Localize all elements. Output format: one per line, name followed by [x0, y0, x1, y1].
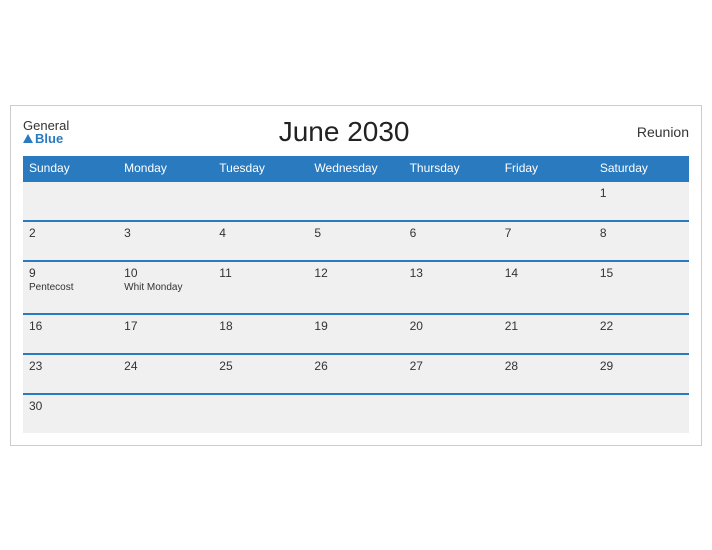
day-number: 3: [124, 226, 207, 240]
day-cell: 5: [308, 221, 403, 261]
day-cell: 11: [213, 261, 308, 314]
day-number: 4: [219, 226, 302, 240]
calendar-table: SundayMondayTuesdayWednesdayThursdayFrid…: [23, 156, 689, 433]
day-number: 30: [29, 399, 112, 413]
day-cell: 20: [404, 314, 499, 354]
weekday-header-row: SundayMondayTuesdayWednesdayThursdayFrid…: [23, 156, 689, 181]
day-cell: [594, 394, 689, 433]
day-number: 10: [124, 266, 207, 280]
day-cell: [118, 181, 213, 221]
day-cell: 28: [499, 354, 594, 394]
day-cell: [499, 181, 594, 221]
day-cell: 21: [499, 314, 594, 354]
calendar-title: June 2030: [69, 116, 619, 148]
day-cell: 15: [594, 261, 689, 314]
day-number: 24: [124, 359, 207, 373]
day-number: 5: [314, 226, 397, 240]
day-number: 25: [219, 359, 302, 373]
day-cell: 18: [213, 314, 308, 354]
weekday-header-sunday: Sunday: [23, 156, 118, 181]
day-cell: 4: [213, 221, 308, 261]
week-row-5: 23 24 25 26 27 28 29: [23, 354, 689, 394]
day-number: 11: [219, 266, 302, 280]
day-cell: 8: [594, 221, 689, 261]
day-cell: 17: [118, 314, 213, 354]
day-number: 29: [600, 359, 683, 373]
logo: General Blue: [23, 119, 69, 145]
week-row-6: 30: [23, 394, 689, 433]
day-number: 18: [219, 319, 302, 333]
logo-blue-text: Blue: [23, 132, 69, 145]
day-cell: 7: [499, 221, 594, 261]
day-cell: 26: [308, 354, 403, 394]
day-cell: [499, 394, 594, 433]
calendar-region: Reunion: [619, 124, 689, 140]
day-cell: 19: [308, 314, 403, 354]
day-cell: 3: [118, 221, 213, 261]
day-number: 2: [29, 226, 112, 240]
day-cell: 14: [499, 261, 594, 314]
day-cell: [404, 181, 499, 221]
day-cell: 1: [594, 181, 689, 221]
calendar-container: General Blue June 2030 Reunion SundayMon…: [10, 105, 702, 446]
day-number: 14: [505, 266, 588, 280]
day-cell: 27: [404, 354, 499, 394]
day-cell: 29: [594, 354, 689, 394]
calendar-header: General Blue June 2030 Reunion: [23, 116, 689, 148]
day-number: 6: [410, 226, 493, 240]
day-number: 20: [410, 319, 493, 333]
day-cell: 10 Whit Monday: [118, 261, 213, 314]
day-number: 1: [600, 186, 683, 200]
weekday-header-friday: Friday: [499, 156, 594, 181]
weekday-header-wednesday: Wednesday: [308, 156, 403, 181]
day-event: Pentecost: [29, 282, 112, 293]
day-cell: 16: [23, 314, 118, 354]
day-cell: [23, 181, 118, 221]
day-number: 9: [29, 266, 112, 280]
day-number: 12: [314, 266, 397, 280]
week-row-4: 16 17 18 19 20 21 22: [23, 314, 689, 354]
day-cell: 6: [404, 221, 499, 261]
week-row-2: 2345678: [23, 221, 689, 261]
day-cell: [308, 181, 403, 221]
day-number: 28: [505, 359, 588, 373]
day-cell: 23: [23, 354, 118, 394]
weekday-header-saturday: Saturday: [594, 156, 689, 181]
day-number: 26: [314, 359, 397, 373]
day-cell: 12: [308, 261, 403, 314]
day-number: 15: [600, 266, 683, 280]
day-cell: 30: [23, 394, 118, 433]
weekday-header-monday: Monday: [118, 156, 213, 181]
day-number: 7: [505, 226, 588, 240]
day-cell: 9 Pentecost: [23, 261, 118, 314]
day-cell: 13: [404, 261, 499, 314]
day-cell: [213, 394, 308, 433]
week-row-1: 1: [23, 181, 689, 221]
day-cell: 25: [213, 354, 308, 394]
day-cell: 24: [118, 354, 213, 394]
day-number: 13: [410, 266, 493, 280]
day-cell: [118, 394, 213, 433]
day-number: 8: [600, 226, 683, 240]
day-number: 17: [124, 319, 207, 333]
day-number: 21: [505, 319, 588, 333]
weekday-header-tuesday: Tuesday: [213, 156, 308, 181]
day-cell: [213, 181, 308, 221]
logo-triangle-icon: [23, 134, 33, 143]
day-event: Whit Monday: [124, 282, 207, 293]
day-cell: 2: [23, 221, 118, 261]
day-cell: [308, 394, 403, 433]
day-number: 23: [29, 359, 112, 373]
day-cell: 22: [594, 314, 689, 354]
day-number: 27: [410, 359, 493, 373]
day-number: 19: [314, 319, 397, 333]
day-number: 22: [600, 319, 683, 333]
logo-general-text: General: [23, 119, 69, 132]
day-cell: [404, 394, 499, 433]
weekday-header-thursday: Thursday: [404, 156, 499, 181]
day-number: 16: [29, 319, 112, 333]
week-row-3: 9 Pentecost 10 Whit Monday 11 12 13 14 15: [23, 261, 689, 314]
